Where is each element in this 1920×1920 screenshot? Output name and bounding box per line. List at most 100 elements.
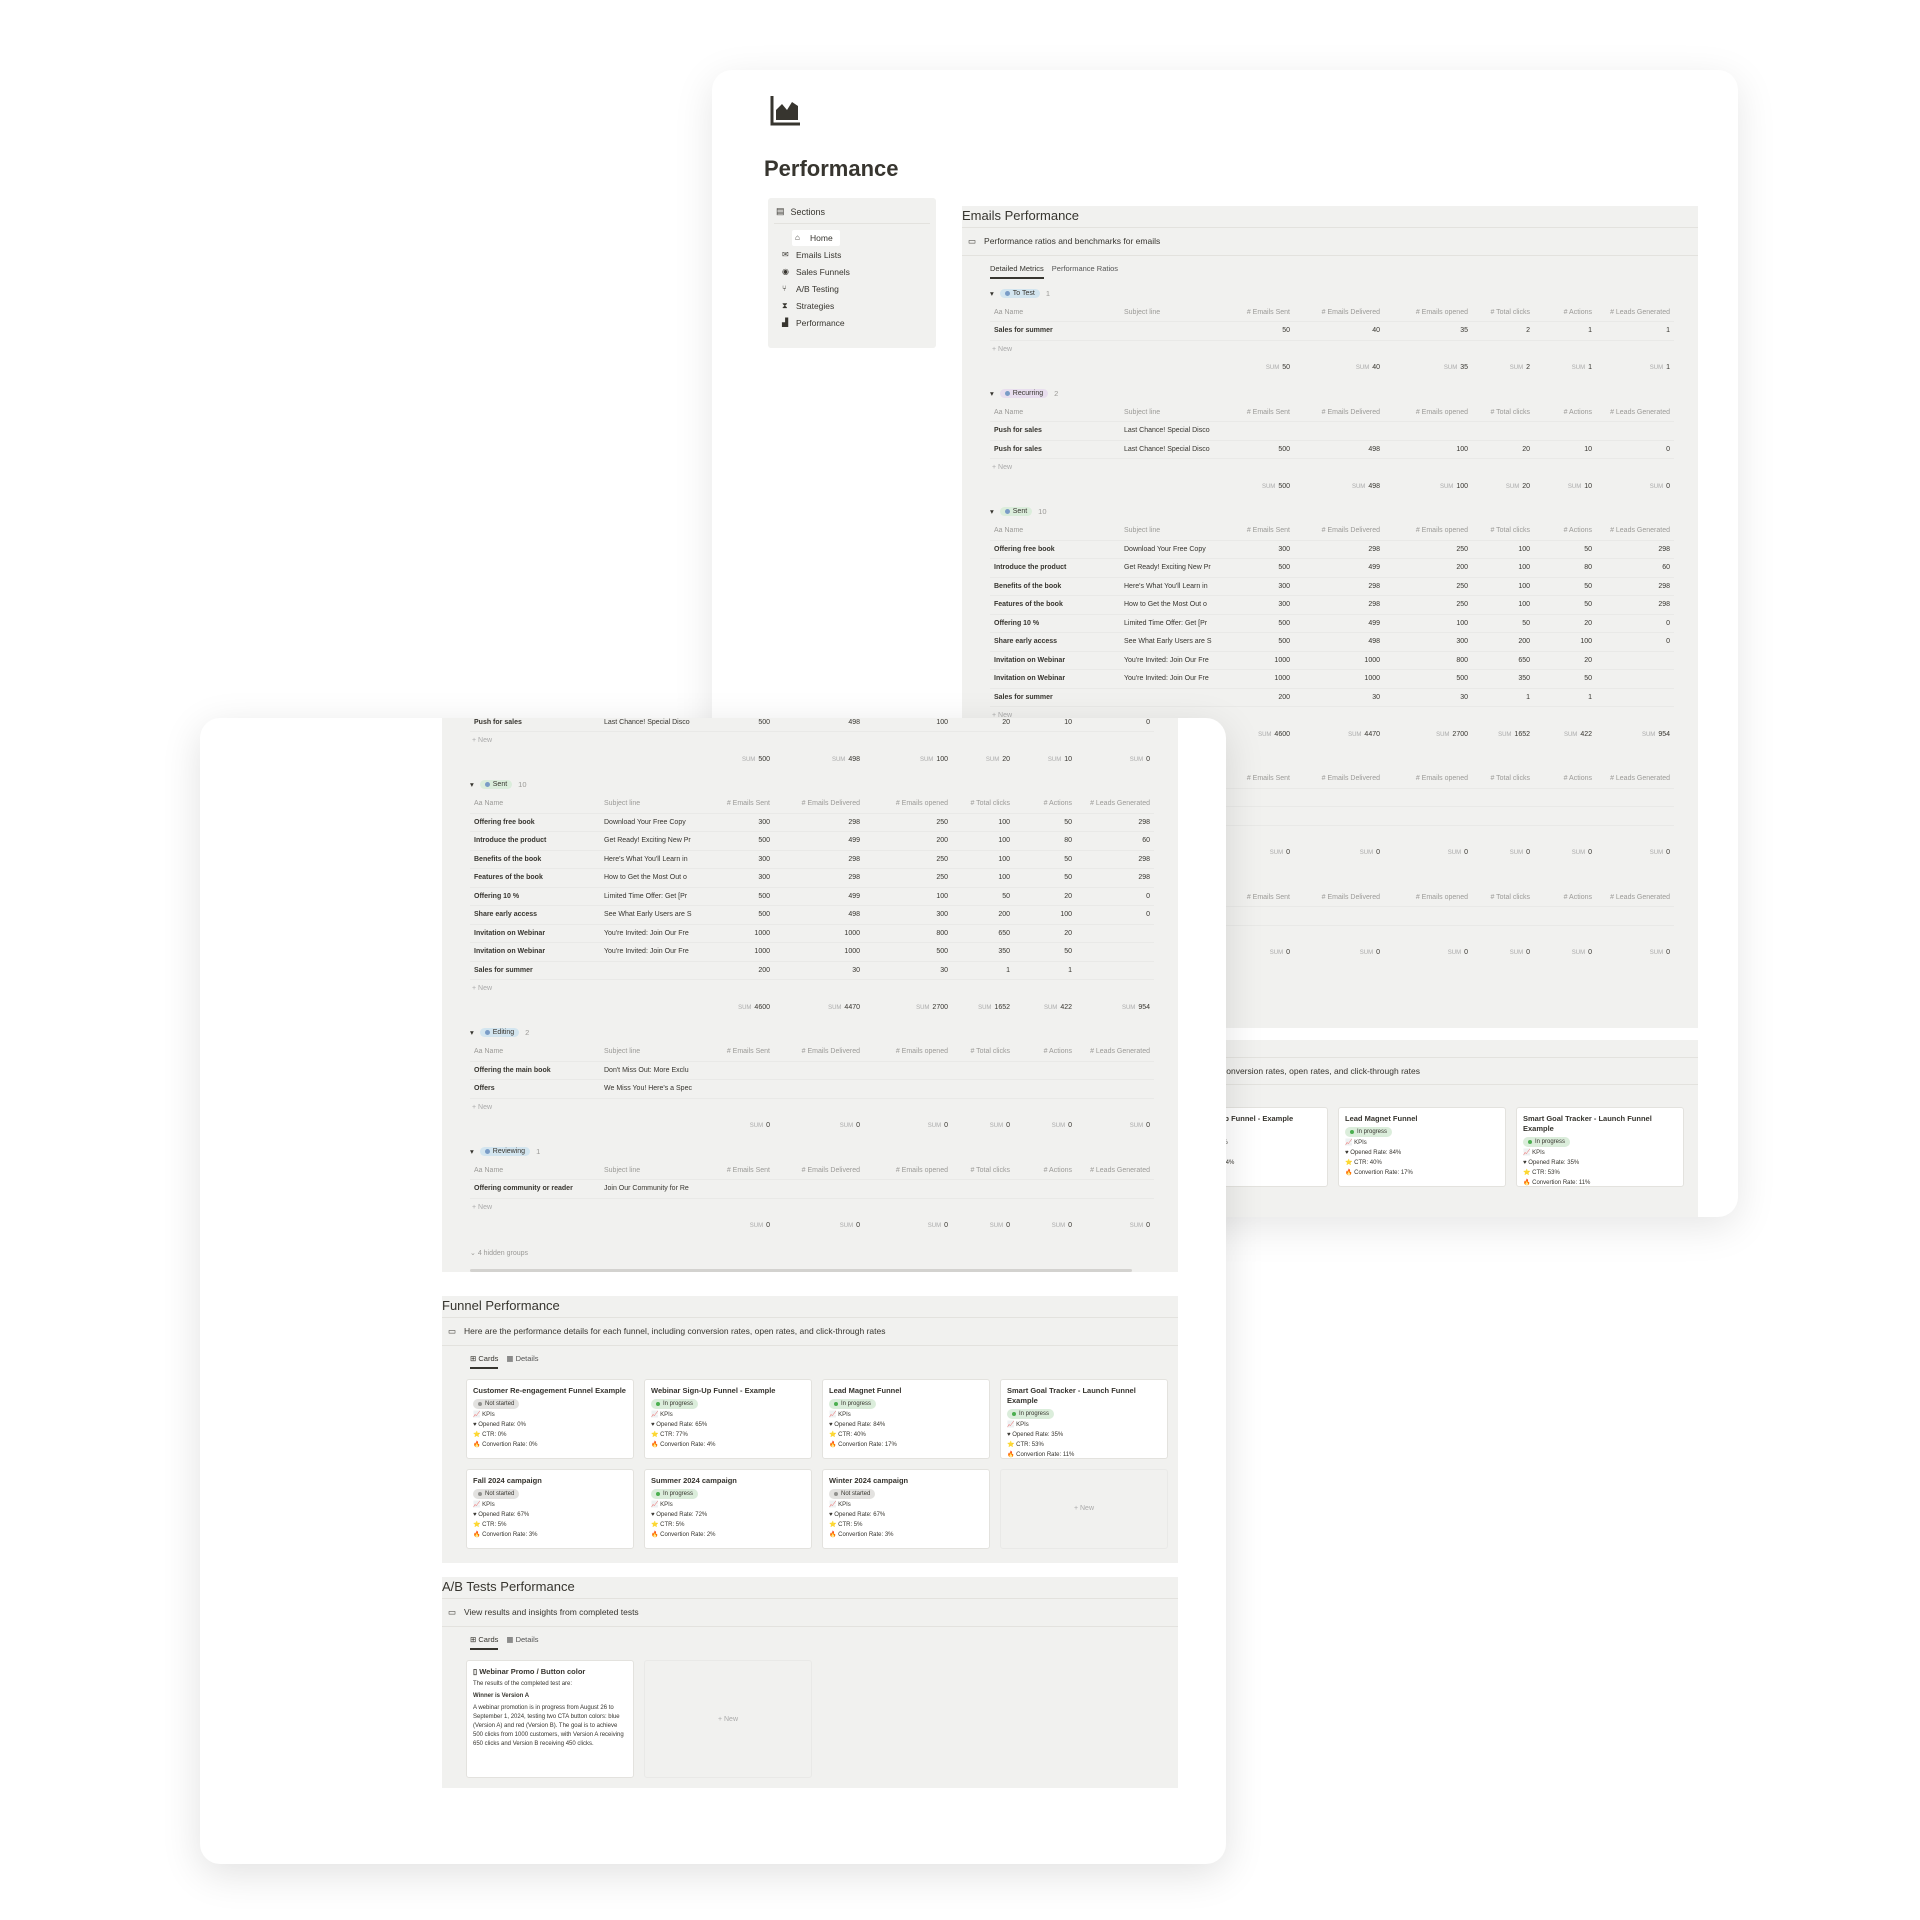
table-row[interactable]: Offering free book Download Your Free Cop… (990, 540, 1674, 559)
column-header[interactable]: # Actions (1534, 888, 1596, 907)
column-header[interactable]: Subject line (600, 1042, 700, 1062)
table-row[interactable]: Push for sales Last Chance! Special Disco… (990, 440, 1674, 459)
funnel-card[interactable]: Smart Goal Tracker - Launch Funnel Examp… (1000, 1379, 1168, 1459)
column-header[interactable]: # Emails Delivered (1294, 888, 1384, 907)
column-header[interactable]: # Emails Sent (1220, 769, 1294, 789)
funnel-card-back[interactable]: Smart Goal Tracker - Launch Funnel Examp… (1516, 1107, 1684, 1187)
table-row[interactable]: Benefits of the book Here's What You'll L… (990, 577, 1674, 596)
add-row-button[interactable]: + New (990, 341, 1698, 359)
nav-performance[interactable]: ▟ Performance (774, 315, 930, 331)
funnel-card[interactable]: Summer 2024 campaign In progress 📈 KPIs … (644, 1469, 812, 1549)
column-header[interactable]: # Leads Generated (1076, 1042, 1154, 1062)
column-header[interactable]: # Emails opened (1384, 303, 1472, 322)
column-header[interactable]: # Emails Sent (1220, 888, 1294, 907)
column-header[interactable]: # Actions (1534, 769, 1596, 789)
column-header[interactable]: # Emails opened (1384, 769, 1472, 789)
column-header[interactable]: # Leads Generated (1596, 888, 1674, 907)
ab-new-card-button[interactable]: + New (644, 1660, 812, 1778)
column-header[interactable]: # Leads Generated (1596, 303, 1674, 322)
table-row[interactable]: Offering the main bookDon't Miss Out: Mo… (470, 1061, 1154, 1080)
column-header[interactable]: # Emails Delivered (1294, 769, 1384, 789)
column-header[interactable]: # Emails Delivered (1294, 303, 1384, 322)
table-row[interactable]: Share early access See What Early Users a… (470, 905, 1154, 925)
table-row[interactable]: Offering community or readerJoin Our Com… (470, 1179, 1154, 1199)
column-header[interactable]: # Total clicks (952, 1042, 1014, 1062)
column-header[interactable]: # Actions (1534, 521, 1596, 541)
column-header[interactable]: # Actions (1534, 403, 1596, 422)
column-header[interactable]: Aa Name (990, 521, 1120, 541)
hidden-groups-toggle[interactable]: ⌄ 4 hidden groups (442, 1241, 1178, 1269)
tab-details[interactable]: ▦ Details (506, 1354, 538, 1369)
column-header[interactable]: # Total clicks (952, 1161, 1014, 1180)
tab-performance-ratios[interactable]: Performance Ratios (1052, 264, 1118, 279)
table-row[interactable]: Features of the book How to Get the Most … (470, 868, 1154, 888)
column-header[interactable]: # Leads Generated (1596, 521, 1674, 541)
column-header[interactable]: # Leads Generated (1076, 794, 1154, 814)
add-row-button[interactable]: + New (470, 1099, 1178, 1117)
column-header[interactable]: # Emails Delivered (1294, 403, 1384, 422)
column-header[interactable]: # Emails Sent (1220, 403, 1294, 422)
column-header[interactable]: # Total clicks (952, 794, 1014, 814)
table-row[interactable]: Sales for summer 50 40 35 2 1 1 (990, 321, 1674, 341)
column-header[interactable]: # Emails Sent (1220, 303, 1294, 322)
nav-emails-lists[interactable]: ✉ Emails Lists (774, 247, 930, 263)
funnel-card-partial[interactable]: Up Funnel - Example 5% e: 4% (1212, 1107, 1328, 1187)
column-header[interactable]: # Emails Delivered (774, 1042, 864, 1062)
nav-home[interactable]: ⌂ Home (792, 230, 840, 246)
funnel-card[interactable]: Winter 2024 campaign Not started 📈 KPIs … (822, 1469, 990, 1549)
column-header[interactable]: # Emails Sent (700, 1042, 774, 1062)
column-header[interactable]: # Emails opened (1384, 521, 1472, 541)
tab-details[interactable]: ▦ Details (506, 1635, 538, 1650)
tab-detailed-metrics[interactable]: Detailed Metrics (990, 264, 1044, 279)
table-row[interactable]: Invitation on Webinar You're Invited: Joi… (470, 924, 1154, 943)
column-header[interactable]: # Actions (1014, 794, 1076, 814)
funnel-new-card-button[interactable]: + New (1000, 1469, 1168, 1549)
table-row[interactable]: Push for sales Last Chance! Special Disco (990, 421, 1674, 441)
add-row-button[interactable]: + New (470, 732, 1178, 750)
column-header[interactable]: Subject line (600, 794, 700, 814)
column-header[interactable]: # Actions (1014, 1161, 1076, 1180)
column-header[interactable]: Aa Name (470, 1161, 600, 1180)
funnel-card[interactable]: Customer Re-engagement Funnel Example No… (466, 1379, 634, 1459)
table-row[interactable]: Benefits of the book Here's What You'll L… (470, 850, 1154, 869)
funnel-card[interactable]: Fall 2024 campaign Not started 📈 KPIs ♥ … (466, 1469, 634, 1549)
add-row-button[interactable]: + New (470, 980, 1178, 998)
table-row[interactable]: Invitation on Webinar You're Invited: Joi… (990, 669, 1674, 689)
group-header[interactable]: ▾ Sent 10 (990, 502, 1698, 522)
table-row[interactable]: Sales for summer 200 30 30 1 1 (470, 961, 1154, 980)
horizontal-scrollbar[interactable] (470, 1269, 1132, 1272)
column-header[interactable]: # Emails Sent (1220, 521, 1294, 541)
table-row[interactable]: Offering 10 % Limited Time Offer: Get [Pr… (470, 887, 1154, 906)
table-row[interactable]: Features of the book How to Get the Most … (990, 595, 1674, 615)
column-header[interactable]: # Emails opened (1384, 888, 1472, 907)
table-row[interactable]: Invitation on Webinar You're Invited: Joi… (470, 942, 1154, 962)
column-header[interactable]: # Emails opened (864, 1042, 952, 1062)
column-header[interactable]: # Emails opened (864, 1161, 952, 1180)
nav-ab-testing[interactable]: ⑂ A/B Testing (774, 281, 930, 297)
add-row-button[interactable]: + New (470, 1199, 1178, 1217)
nav-sales-funnels[interactable]: ◉ Sales Funnels (774, 264, 930, 280)
table-row[interactable]: OffersWe Miss You! Here's a Spec (470, 1079, 1154, 1099)
table-row[interactable]: Offering free book Download Your Free Cop… (470, 813, 1154, 832)
column-header[interactable]: Aa Name (990, 403, 1120, 422)
column-header[interactable]: # Total clicks (1472, 521, 1534, 541)
table-row[interactable]: Invitation on Webinar You're Invited: Joi… (990, 651, 1674, 670)
table-row[interactable]: Offering 10 % Limited Time Offer: Get [Pr… (990, 614, 1674, 633)
group-header[interactable]: ▾ Recurring 2 (990, 383, 1698, 403)
column-header[interactable]: Aa Name (990, 303, 1120, 322)
add-row-button[interactable]: + New (990, 459, 1698, 477)
group-header[interactable]: ▾Reviewing1 (470, 1141, 1178, 1161)
tab-cards[interactable]: ⊞ Cards (470, 1635, 499, 1650)
column-header[interactable]: # Emails Delivered (774, 794, 864, 814)
column-header[interactable]: Subject line (1120, 521, 1220, 541)
funnel-card[interactable]: Lead Magnet Funnel In progress 📈 KPIs ♥ … (822, 1379, 990, 1459)
column-header[interactable]: Subject line (600, 1161, 700, 1180)
column-header[interactable]: # Total clicks (1472, 769, 1534, 789)
table-row[interactable]: Push for sales Last Chance! Special Disco… (470, 718, 1154, 732)
column-header[interactable]: # Emails opened (1384, 403, 1472, 422)
group-header[interactable]: ▾ Sent 10 (470, 775, 1178, 795)
table-row[interactable]: Introduce the product Get Ready! Exciting… (470, 831, 1154, 851)
column-header[interactable]: # Total clicks (1472, 888, 1534, 907)
tab-cards[interactable]: ⊞ Cards (470, 1354, 499, 1369)
column-header[interactable]: # Emails Sent (700, 1161, 774, 1180)
